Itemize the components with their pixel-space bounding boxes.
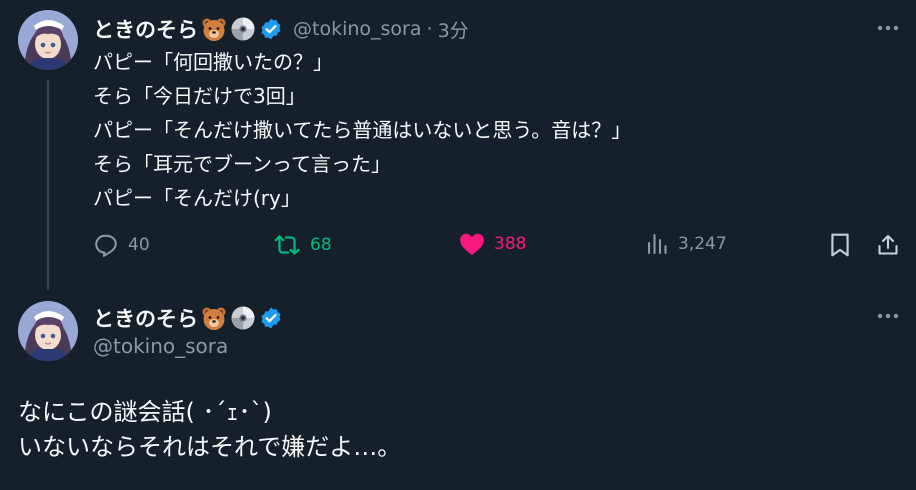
avatar[interactable] xyxy=(18,301,78,361)
meta-separator: · xyxy=(426,18,433,40)
more-icon[interactable] xyxy=(876,304,900,328)
display-name[interactable]: ときのそら xyxy=(93,14,198,44)
reply-button[interactable]: 40 xyxy=(93,232,150,258)
retweet-count: 68 xyxy=(310,235,332,255)
handle[interactable]: @tokino_sora xyxy=(93,334,228,358)
views-count: 3,247 xyxy=(678,234,727,254)
heart-icon xyxy=(460,233,484,255)
tweet-text-line: そら「今日だけで3回」 xyxy=(93,84,306,108)
tweet-text-line: パピー「そんだけ(ry」 xyxy=(93,186,301,210)
tweet-header: ときのそら xyxy=(93,14,469,44)
like-button[interactable]: 388 xyxy=(459,232,526,256)
tweet-text-line: なにこの謎会話( ･´ｪ･`) xyxy=(18,398,272,426)
verified-badge-icon[interactable] xyxy=(259,306,283,330)
optical-disc-icon xyxy=(230,16,256,42)
views-button[interactable]: 3,247 xyxy=(645,232,727,256)
avatar[interactable] xyxy=(18,10,78,70)
tweet-actions: 40 68 388 3,247 xyxy=(93,232,903,262)
reply-count: 40 xyxy=(128,235,150,255)
verified-badge-icon[interactable] xyxy=(259,17,283,41)
handle[interactable]: @tokino_sora xyxy=(293,18,422,40)
display-name[interactable]: ときのそら xyxy=(93,303,198,333)
tweet-header: ときのそら xyxy=(93,303,283,333)
thread-connector xyxy=(47,80,49,290)
more-icon[interactable] xyxy=(876,16,900,40)
reply-icon xyxy=(95,234,117,257)
bear-face-icon xyxy=(201,16,227,42)
bookmark-icon xyxy=(831,233,849,257)
timeline: ときのそら @tokino_sora · 3分 パピー「何回撒いたの？」 そら「… xyxy=(0,0,916,490)
retweet-icon xyxy=(274,235,300,255)
timestamp[interactable]: 3分 xyxy=(438,16,469,43)
tweet-text-line: そら「耳元でブーンって言った」 xyxy=(93,152,391,176)
tweet-text-line: いないならそれはそれで嫌だよ…。 xyxy=(18,433,402,461)
share-icon xyxy=(878,234,898,255)
retweet-button[interactable]: 68 xyxy=(273,232,332,258)
like-count: 388 xyxy=(494,234,527,254)
tweet-text-line: パピー「そんだけ撒いてたら普通はいないと思う。音は？」 xyxy=(93,118,632,142)
tweet-text-line: パピー「何回撒いたの？」 xyxy=(93,50,333,74)
bear-face-icon xyxy=(201,305,227,331)
bookmark-button[interactable] xyxy=(828,232,861,258)
share-button[interactable] xyxy=(876,232,909,258)
optical-disc-icon xyxy=(230,305,256,331)
views-icon xyxy=(647,233,667,255)
